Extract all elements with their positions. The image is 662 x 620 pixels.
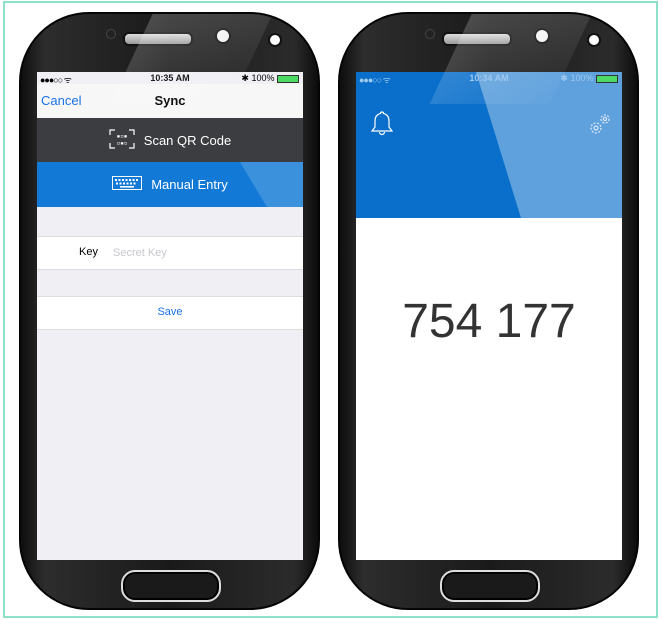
manual-entry-label: Manual Entry <box>151 177 228 192</box>
front-camera <box>534 28 550 44</box>
verification-code: 754 177 <box>402 295 576 348</box>
front-camera <box>215 28 231 44</box>
home-button[interactable] <box>121 570 221 602</box>
manual-entry-option[interactable]: Manual Entry <box>37 162 303 207</box>
speaker-grille <box>442 32 512 46</box>
battery-icon <box>596 74 618 83</box>
key-row: Key <box>37 236 303 270</box>
svg-text:▫▪▫: ▫▪▫ <box>116 140 127 147</box>
battery-indicator: ✱ 100% <box>241 73 299 84</box>
sync-screen: ●●●○○ ᯤ 10:35 AM ✱ 100% Cancel Sync ▪▫▪ … <box>37 72 303 560</box>
proximity-sensor <box>425 29 435 39</box>
battery-indicator: ✱ 100% <box>560 73 618 84</box>
qr-code-icon: ▪▫▪ ▫▪▫ <box>109 128 135 152</box>
speaker-grille <box>123 32 193 46</box>
bell-icon[interactable] <box>370 110 394 141</box>
settings-gears-icon[interactable] <box>586 110 614 143</box>
scan-qr-code-option[interactable]: ▪▫▪ ▫▪▫ Scan QR Code <box>37 118 303 162</box>
key-label: Key <box>79 246 98 258</box>
keyboard-icon <box>112 176 143 193</box>
code-screen: ●●●○○ ᯤ 10:34 AM ✱ 100% 754 177 <box>356 72 622 560</box>
nav-bar: Cancel Sync <box>37 84 303 118</box>
svg-text:▪▫▪: ▪▫▪ <box>116 133 127 140</box>
status-bar: ●●●○○ ᯤ 10:35 AM ✱ 100% <box>37 72 303 85</box>
phone-right: ●●●○○ ᯤ 10:34 AM ✱ 100% 754 177 <box>338 12 639 610</box>
secret-key-input[interactable] <box>111 242 295 264</box>
save-button[interactable]: Save <box>37 306 303 318</box>
proximity-sensor <box>106 29 116 39</box>
home-button[interactable] <box>440 570 540 602</box>
page-title: Sync <box>154 93 186 108</box>
status-bar: ●●●○○ ᯤ 10:34 AM ✱ 100% <box>356 72 622 85</box>
battery-icon <box>277 74 299 83</box>
phone-left: ●●●○○ ᯤ 10:35 AM ✱ 100% Cancel Sync ▪▫▪ … <box>19 12 320 610</box>
code-header: ●●●○○ ᯤ 10:34 AM ✱ 100% <box>356 72 622 218</box>
sensor-dot <box>268 33 282 47</box>
scan-qr-code-label: Scan QR Code <box>143 132 232 148</box>
sensor-dot <box>587 33 601 47</box>
save-row: Save <box>37 296 303 330</box>
